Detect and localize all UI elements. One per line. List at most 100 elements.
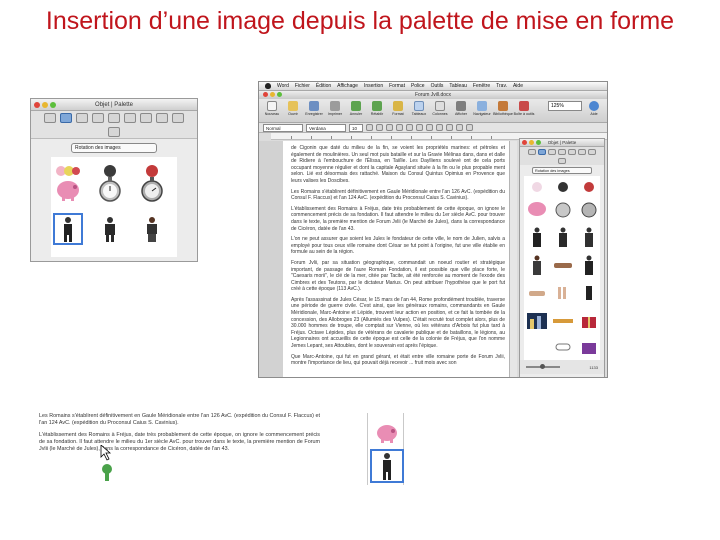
paper-clip-clip[interactable] (552, 336, 574, 358)
businessman-clip[interactable] (578, 226, 600, 248)
references-tool-icon[interactable] (156, 113, 168, 123)
paragraph[interactable]: de Cigonin que daté du milieu de la fin,… (291, 145, 505, 185)
bold-icon[interactable] (366, 124, 373, 131)
help-button[interactable]: Aide (585, 101, 603, 116)
chess-piece-clip[interactable] (578, 282, 600, 304)
italic-icon[interactable] (376, 124, 383, 131)
save-button[interactable]: Enregistrer (305, 101, 323, 116)
menu-item-fichier[interactable]: Fichier (295, 83, 310, 89)
symbols-tool-icon[interactable] (92, 113, 104, 123)
symbols-tool-icon[interactable] (558, 148, 566, 155)
columns-button[interactable]: Colonnes (431, 101, 449, 116)
size-slider[interactable] (526, 364, 560, 369)
styles-tool-icon[interactable] (124, 113, 136, 123)
hand-pen-clip[interactable] (526, 282, 548, 304)
menu-item-insertion[interactable]: Insertion (364, 83, 383, 89)
menu-item-word[interactable]: Word (277, 83, 289, 89)
menu-item-edition[interactable]: Édition (316, 83, 331, 89)
paragraph[interactable]: Que Marc-Antoine, qui fut en grand géran… (291, 354, 505, 367)
zoom-icon[interactable] (50, 102, 56, 108)
word-window[interactable]: Word Fichier Édition Affichage Insertion… (258, 81, 608, 378)
underline-icon[interactable] (386, 124, 393, 131)
stopwatch-clip[interactable] (97, 175, 123, 203)
zoom-icon[interactable] (277, 92, 282, 97)
bullets-icon[interactable] (436, 124, 443, 131)
palette-titlebar[interactable]: Objet | Palette (520, 139, 604, 147)
businessman-cellphone-clip[interactable] (370, 449, 404, 483)
fingers-clip[interactable] (552, 282, 574, 304)
businessman-clip[interactable] (578, 254, 600, 276)
format-button[interactable]: Format (389, 101, 407, 116)
show-button[interactable]: Afficher (452, 101, 470, 116)
align-right-icon[interactable] (416, 124, 423, 131)
minimize-icon[interactable] (270, 92, 275, 97)
library-button[interactable]: Bibliothèque (493, 101, 513, 116)
piggy-bank-clip[interactable] (372, 417, 402, 447)
font-select[interactable]: Verdana (306, 124, 346, 132)
menu-item-aide[interactable]: Aide (513, 83, 523, 89)
zoom-icon[interactable] (536, 140, 541, 145)
gallery-tool-icon[interactable] (108, 113, 120, 123)
clip-category-select[interactable]: Rotation des images (532, 167, 592, 174)
redo-button[interactable]: Rétablir (368, 101, 386, 116)
tables-button[interactable]: Tableaux (410, 101, 428, 116)
clip-category-select[interactable]: Rotation des images (71, 143, 157, 153)
paragraph[interactable]: L'établissement des Romains à Fréjus, da… (291, 206, 505, 232)
photos-tool-icon[interactable] (588, 148, 596, 155)
menu-item-fenetre[interactable]: Fenêtre (473, 83, 490, 89)
gift-box-clip[interactable] (578, 310, 600, 332)
scale-ruler-clip[interactable] (552, 310, 574, 332)
compatibility-tool-icon[interactable] (172, 113, 184, 123)
palette-titlebar[interactable]: Objet | Palette (31, 99, 197, 111)
businessman-clip[interactable] (526, 226, 548, 248)
navigator-button[interactable]: Navigateur (473, 101, 491, 116)
highlight-icon[interactable] (456, 124, 463, 131)
menu-item-trav[interactable]: Trav. (496, 83, 507, 89)
stopwatch-clip[interactable] (139, 175, 165, 203)
paragraph[interactable]: L'on ne peut assurer que soient les Jule… (291, 236, 505, 256)
vertical-scrollbar[interactable] (509, 141, 517, 377)
font-color-icon[interactable] (466, 124, 473, 131)
stopwatch-clip[interactable] (578, 198, 600, 220)
menu-item-police[interactable]: Police (411, 83, 425, 89)
minimize-icon[interactable] (529, 140, 534, 145)
menu-item-outils[interactable]: Outils (431, 83, 444, 89)
align-center-icon[interactable] (406, 124, 413, 131)
open-button[interactable]: Ouvrir (284, 101, 302, 116)
shapes-tool-icon[interactable] (76, 113, 88, 123)
numbering-icon[interactable] (446, 124, 453, 131)
city-night-clip[interactable] (526, 310, 548, 332)
handshake-clip[interactable] (552, 254, 574, 276)
document-titlebar[interactable]: Forum Jvill.docx (259, 91, 607, 99)
projects-tool-icon[interactable] (108, 127, 120, 137)
formatting-palette-left[interactable]: Objet | Palette Rotation des images (30, 98, 198, 262)
font-size-select[interactable]: 10 (349, 124, 363, 132)
flower-clip[interactable] (526, 176, 548, 198)
shapes-tool-icon[interactable] (548, 148, 556, 155)
apple-icon[interactable] (265, 83, 271, 89)
undo-button[interactable]: Annuler (347, 101, 365, 116)
photos-tool-icon[interactable] (140, 113, 152, 123)
flower-clip[interactable] (552, 176, 574, 198)
clip-art-tool-icon[interactable] (60, 113, 72, 123)
align-left-icon[interactable] (396, 124, 403, 131)
paragraph[interactable]: Les Romains s'établirent définitivement … (291, 189, 505, 202)
stopwatch-clip[interactable] (552, 198, 574, 220)
piggy-bank-clip[interactable] (526, 198, 548, 220)
businesswoman-clip[interactable] (139, 215, 165, 243)
businesswoman-clip[interactable] (526, 254, 548, 276)
paragraph[interactable]: Après l'assassinat de Jules César, le 15… (291, 297, 505, 350)
menu-item-format[interactable]: Format (389, 83, 405, 89)
close-icon[interactable] (522, 140, 527, 145)
style-select[interactable]: Normal (263, 124, 303, 132)
print-button[interactable]: Imprimer (326, 101, 344, 116)
clip-art-tool-icon[interactable] (538, 148, 546, 155)
menu-item-affichage[interactable]: Affichage (337, 83, 358, 89)
gallery-tool-icon[interactable] (568, 148, 576, 155)
new-button[interactable]: Nouveau (263, 101, 281, 116)
minimize-icon[interactable] (42, 102, 48, 108)
formatting-tool-icon[interactable] (528, 148, 536, 155)
styles-tool-icon[interactable] (578, 148, 586, 155)
menu-item-tableau[interactable]: Tableau (449, 83, 467, 89)
zoom-select[interactable]: 125% (548, 101, 582, 111)
